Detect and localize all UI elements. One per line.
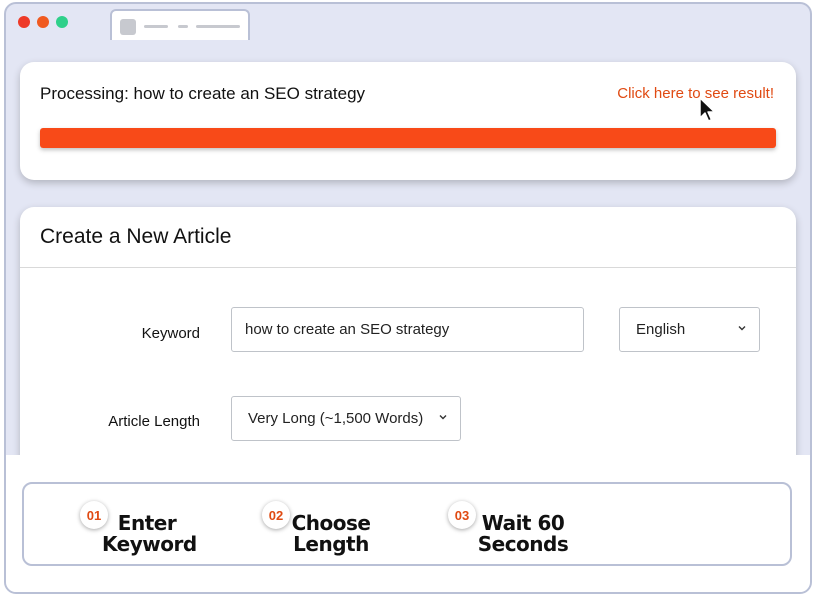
processing-title: Processing: how to create an SEO strateg… xyxy=(40,84,366,103)
chevron-down-icon xyxy=(439,415,447,420)
mouse-pointer-icon xyxy=(699,97,716,122)
tab-title-placeholder xyxy=(178,25,188,28)
see-result-link[interactable]: Click here to see result! xyxy=(617,85,774,102)
minimize-icon[interactable] xyxy=(37,16,49,28)
article-length-select-value: Very Long (~1,500 Words) xyxy=(248,410,424,427)
progress-fill xyxy=(40,128,776,148)
tab-title-placeholder xyxy=(196,25,240,28)
article-length-select[interactable]: Very Long (~1,500 Words) xyxy=(231,396,461,441)
step-label-line: Length xyxy=(293,532,369,556)
step-label: Choose Length xyxy=(286,513,376,555)
tab-title-placeholder xyxy=(144,25,168,28)
close-icon[interactable] xyxy=(18,16,30,28)
article-length-label: Article Length xyxy=(108,413,200,430)
browser-tab[interactable] xyxy=(110,9,250,40)
step-label-line: Seconds xyxy=(477,532,569,556)
chevron-down-icon xyxy=(738,326,746,331)
create-article-title: Create a New Article xyxy=(40,225,232,248)
step-label-line: Keyword xyxy=(102,532,197,556)
step-label-line: Choose xyxy=(291,511,371,535)
language-select[interactable]: English xyxy=(619,307,760,352)
step-label-line: Wait 60 xyxy=(481,511,565,535)
processing-card: Processing: how to create an SEO strateg… xyxy=(20,62,796,180)
step-label: Enter Keyword xyxy=(102,511,197,556)
tab-favicon-icon xyxy=(120,19,136,35)
keyword-input[interactable]: how to create an SEO strategy xyxy=(231,307,584,352)
progress-bar xyxy=(40,128,776,148)
steps-box: 01 Enter Keyword 02 Choose Length 03 Wai… xyxy=(22,482,792,566)
language-select-value: English xyxy=(636,321,686,338)
divider xyxy=(20,267,796,268)
step-label: Wait 60 Seconds xyxy=(470,513,576,555)
maximize-icon[interactable] xyxy=(56,16,68,28)
step-label-line: Enter xyxy=(117,511,177,535)
keyword-label: Keyword xyxy=(141,325,200,342)
keyword-input-value: how to create an SEO strategy xyxy=(245,321,450,338)
title-bar xyxy=(6,4,810,40)
steps-section: 01 Enter Keyword 02 Choose Length 03 Wai… xyxy=(6,455,810,592)
browser-window: Processing: how to create an SEO strateg… xyxy=(4,2,812,594)
